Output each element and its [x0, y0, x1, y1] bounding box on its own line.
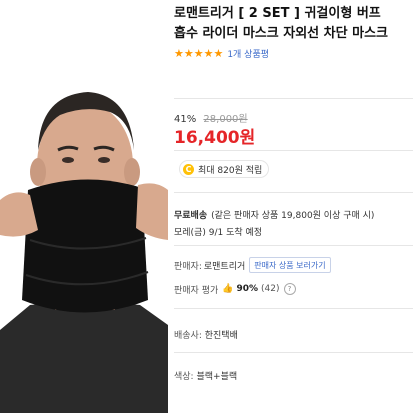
seller-products-button[interactable]: 판매자 상품 보러가기: [249, 257, 331, 273]
seller-name-link[interactable]: 로맨트리거: [204, 259, 245, 272]
product-title: 로맨트리거 [ 2 SET ] 귀걸이형 버프 흡수 라이더 마스크 자외선 차…: [174, 4, 413, 44]
product-info-panel: 로맨트리거 [ 2 SET ] 귀걸이형 버프 흡수 라이더 마스크 자외선 차…: [174, 0, 413, 413]
cashback-text: 최대 820원 적립: [198, 165, 263, 176]
seller-label: 판매자:: [174, 261, 202, 272]
divider: [174, 192, 413, 193]
star-rating-icon: ★★★★★: [174, 46, 224, 60]
color-option-label: 색상:: [174, 372, 194, 382]
coin-icon: C: [183, 163, 194, 175]
review-count-link[interactable]: 1개 상품평: [227, 47, 269, 60]
product-image[interactable]: [0, 0, 168, 413]
product-photo: [0, 92, 168, 413]
arrival-estimate: 모레(금) 9/1 도착 예정: [174, 228, 263, 238]
divider: [174, 245, 413, 246]
help-icon[interactable]: ?: [283, 283, 296, 295]
seller-rating-row: 판매자 평가 👍 90% (42) ?: [174, 282, 296, 296]
shipping-info: 무료배송 (같은 판매자 상품 19,800원 이상 구매 시): [174, 208, 374, 221]
divider: [174, 150, 413, 151]
free-shipping-label: 무료배송: [174, 211, 208, 221]
carrier-value: 한진택배: [204, 331, 238, 341]
seller-rating-percent: 90%: [236, 284, 259, 294]
seller-rating-count: (42): [261, 284, 280, 294]
divider: [174, 98, 413, 99]
seller-row: 판매자: 로맨트리거 판매자 상품 보러가기: [174, 257, 331, 273]
cashback-badge: C 최대 820원 적립: [179, 160, 270, 178]
shipping-condition: (같은 판매자 상품 19,800원 이상 구매 시): [211, 211, 375, 221]
color-option-row[interactable]: 색상: 블랙+블랙: [174, 369, 237, 382]
sale-price: 16,400원: [174, 128, 256, 148]
divider: [174, 308, 413, 309]
thumbs-up-icon: 👍: [222, 284, 234, 294]
product-title-line1: 로맨트리거 [ 2 SET ] 귀걸이형 버프: [174, 6, 381, 21]
seller-rating-label: 판매자 평가: [174, 285, 219, 296]
rating-summary: ★★★★★ 1개 상품평: [174, 46, 269, 60]
divider: [174, 352, 413, 353]
carrier-row: 배송사: 한진택배: [174, 328, 238, 341]
carrier-label: 배송사:: [174, 331, 202, 341]
product-title-line2: 흡수 라이더 마스크 자외선 차단 마스크: [174, 26, 388, 41]
color-option-value[interactable]: 블랙+블랙: [196, 372, 237, 382]
